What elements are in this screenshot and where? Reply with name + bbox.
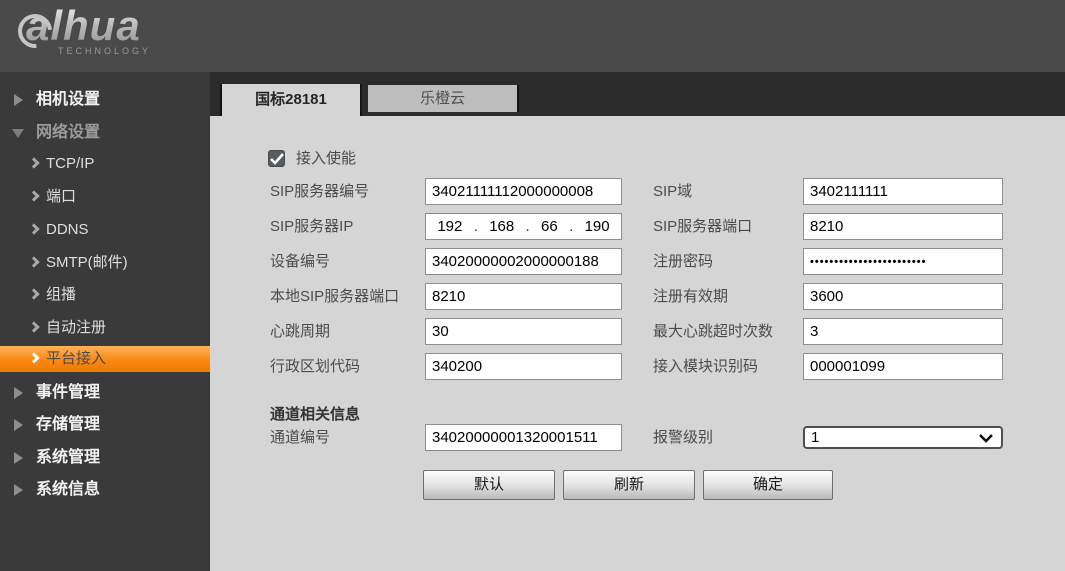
- collapsed-triangle-icon: [14, 419, 23, 431]
- ip-dot: .: [526, 218, 530, 235]
- channel-id-label: 通道编号: [270, 424, 330, 451]
- register-valid-period-input[interactable]: [803, 283, 1003, 310]
- device-id-input[interactable]: [425, 248, 622, 275]
- local-sip-port-label: 本地SIP服务器端口: [270, 283, 399, 310]
- chevron-right-icon: [28, 352, 39, 363]
- heartbeat-period-label: 心跳周期: [270, 318, 330, 345]
- ok-button[interactable]: 确定: [703, 470, 833, 500]
- collapsed-triangle-icon: [14, 484, 23, 496]
- collapsed-triangle-icon: [14, 452, 23, 464]
- sidebar-item-tcpip[interactable]: TCP/IP: [0, 151, 210, 177]
- channel-section-header: 通道相关信息: [270, 403, 360, 424]
- device-id-label: 设备编号: [270, 248, 330, 275]
- sip-server-ip-input[interactable]: 192 . 168 . 66 . 190: [425, 213, 622, 240]
- chevron-right-icon: [28, 288, 39, 299]
- register-password-input[interactable]: [803, 248, 1003, 275]
- chevron-right-icon: [28, 190, 39, 201]
- app-header: alhua TECHNOLOGY: [0, 0, 1065, 72]
- tab-lechange[interactable]: 乐橙云: [368, 85, 517, 112]
- chevron-right-icon: [28, 256, 39, 267]
- admin-region-code-label: 行政区划代码: [270, 353, 360, 380]
- alarm-level-label: 报警级别: [653, 424, 713, 451]
- platform-access-form: 接入使能 SIP服务器编号 SIP域 SIP服务器IP 192 . 168 . …: [210, 116, 1065, 571]
- sidebar-item-event-management[interactable]: 事件管理: [0, 380, 210, 406]
- sidebar-item-platform-access[interactable]: 平台接入: [0, 346, 210, 372]
- sip-domain-label: SIP域: [653, 178, 692, 205]
- chevron-right-icon: [28, 223, 39, 234]
- chevron-down-icon: [979, 434, 993, 443]
- collapsed-triangle-icon: [14, 387, 23, 399]
- register-valid-period-label: 注册有效期: [653, 283, 728, 310]
- local-sip-port-input[interactable]: [425, 283, 622, 310]
- admin-region-code-input[interactable]: [425, 353, 622, 380]
- ip-octet-4: 190: [585, 218, 610, 235]
- max-heartbeat-timeout-input[interactable]: [803, 318, 1003, 345]
- sidebar-item-port[interactable]: 端口: [0, 184, 210, 210]
- chevron-right-icon: [28, 321, 39, 332]
- ip-octet-2: 168: [489, 218, 514, 235]
- dahua-logo: alhua TECHNOLOGY: [18, 2, 151, 56]
- sidebar-item-storage-management[interactable]: 存储管理: [0, 412, 210, 438]
- sip-server-id-input[interactable]: [425, 178, 622, 205]
- enable-checkbox[interactable]: [268, 150, 285, 167]
- sidebar-item-auto-register[interactable]: 自动注册: [0, 315, 210, 341]
- sidebar-item-system-management[interactable]: 系统管理: [0, 445, 210, 471]
- refresh-button[interactable]: 刷新: [563, 470, 695, 500]
- tab-gb28181[interactable]: 国标28181: [222, 84, 360, 116]
- sidebar-item-smtp[interactable]: SMTP(邮件): [0, 250, 210, 276]
- default-button[interactable]: 默认: [423, 470, 555, 500]
- page-root: alhua TECHNOLOGY 相机设置 网络设置 TCP/IP 端口 DDN…: [0, 0, 1065, 571]
- sip-domain-input[interactable]: [803, 178, 1003, 205]
- sidebar-item-network-settings[interactable]: 网络设置: [0, 120, 210, 146]
- max-heartbeat-timeout-label: 最大心跳超时次数: [653, 318, 773, 345]
- access-module-id-label: 接入模块识别码: [653, 353, 758, 380]
- enable-label: 接入使能: [296, 145, 356, 172]
- sidebar-item-camera-settings[interactable]: 相机设置: [0, 87, 210, 113]
- sidebar-item-system-info[interactable]: 系统信息: [0, 477, 210, 503]
- tab-strip: 国标28181 乐橙云: [210, 72, 1065, 116]
- sidebar-nav: 相机设置 网络设置 TCP/IP 端口 DDNS SMTP(邮件) 组播 自动: [0, 72, 210, 571]
- alarm-level-value: 1: [811, 429, 819, 446]
- sip-server-ip-label: SIP服务器IP: [270, 213, 353, 240]
- sidebar-item-multicast[interactable]: 组播: [0, 282, 210, 308]
- sip-server-id-label: SIP服务器编号: [270, 178, 369, 205]
- heartbeat-period-input[interactable]: [425, 318, 622, 345]
- ip-dot: .: [569, 218, 573, 235]
- ip-octet-1: 192: [437, 218, 462, 235]
- channel-id-input[interactable]: [425, 424, 622, 451]
- checkmark-icon: [270, 153, 284, 165]
- sidebar-item-ddns[interactable]: DDNS: [0, 217, 210, 243]
- register-password-label: 注册密码: [653, 248, 713, 275]
- ip-octet-3: 66: [541, 218, 558, 235]
- ip-dot: .: [474, 218, 478, 235]
- sip-server-port-label: SIP服务器端口: [653, 213, 752, 240]
- chevron-right-icon: [28, 157, 39, 168]
- sip-server-port-input[interactable]: [803, 213, 1003, 240]
- alarm-level-select[interactable]: 1: [803, 426, 1003, 449]
- collapsed-triangle-icon: [14, 94, 23, 106]
- dahua-logo-text: alhua: [18, 2, 151, 50]
- expanded-triangle-icon: [12, 129, 24, 138]
- access-module-id-input[interactable]: [803, 353, 1003, 380]
